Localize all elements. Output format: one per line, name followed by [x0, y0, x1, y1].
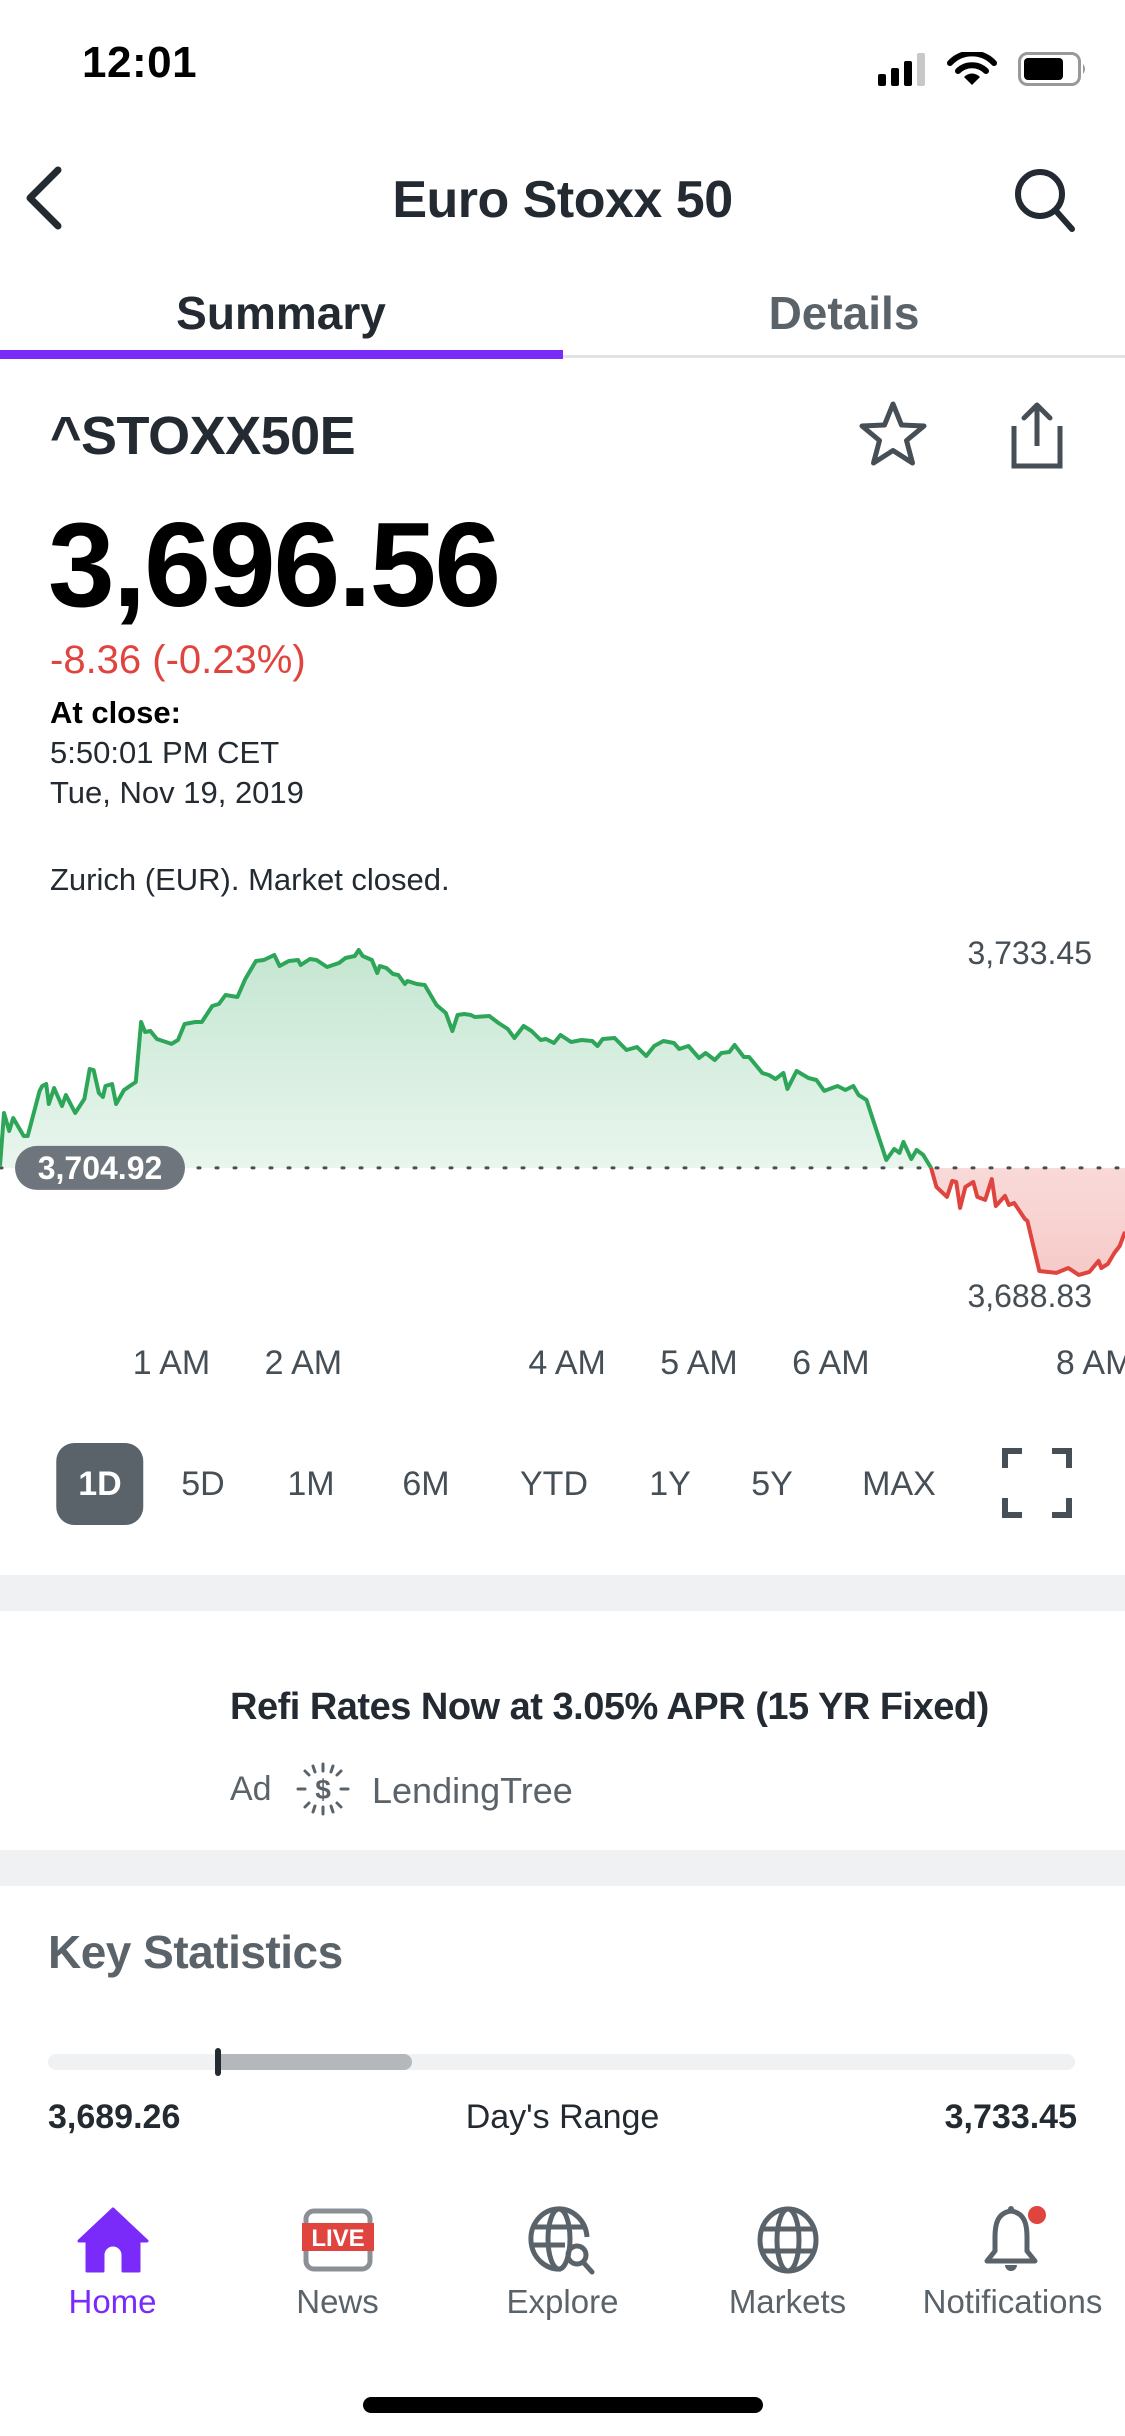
svg-text:LIVE: LIVE: [311, 2225, 364, 2252]
key-statistics-title: Key Statistics: [48, 1926, 343, 1978]
bell-icon: [984, 2206, 1046, 2271]
globe-search-icon: [528, 2206, 594, 2275]
share-button[interactable]: [1000, 398, 1074, 472]
close-date: Tue, Nov 19, 2019: [50, 775, 304, 810]
previous-close-label: 3,704.92: [38, 1150, 163, 1186]
fullscreen-button[interactable]: [1002, 1448, 1072, 1518]
market-status: Zurich (EUR). Market closed.: [50, 862, 450, 897]
range-option-ytd[interactable]: YTD: [498, 1443, 610, 1525]
tabbar-label: Home: [68, 2283, 157, 2320]
current-price: 3,696.56: [48, 498, 501, 632]
search-button[interactable]: [1008, 160, 1080, 240]
tabbar-item-explore[interactable]: Explore: [450, 2205, 675, 2345]
battery-icon: [1018, 52, 1085, 86]
x-axis-tick-label: 6 AM: [792, 1344, 870, 1382]
days-range-current-marker: [214, 2048, 221, 2076]
tabbar-item-news[interactable]: LIVE News: [225, 2205, 450, 2345]
ad-headline[interactable]: Refi Rates Now at 3.05% APR (15 YR Fixed…: [230, 1686, 989, 1729]
tabbar-label: News: [296, 2283, 379, 2320]
x-axis-tick-label: 5 AM: [660, 1344, 738, 1382]
tab-summary[interactable]: Summary: [0, 286, 562, 340]
svg-text:$: $: [315, 1774, 331, 1805]
range-option-1d[interactable]: 1D: [56, 1443, 144, 1525]
watchlist-button[interactable]: [856, 398, 930, 472]
previous-close-badge: 3,704.92: [15, 1145, 185, 1190]
lendingtree-logo-icon: $: [296, 1762, 350, 1816]
range-option-5d[interactable]: 5D: [159, 1443, 246, 1525]
status-time: 12:01: [82, 38, 198, 87]
globe-icon: [757, 2206, 818, 2274]
section-divider: [0, 1575, 1125, 1611]
price-change: -8.36 (-0.23%): [50, 638, 306, 682]
tabbar-label: Explore: [506, 2283, 619, 2320]
chart-area-above-baseline: [0, 950, 1125, 1168]
price-chart[interactable]: 3,704.92 3,733.45 3,688.83: [0, 920, 1125, 1320]
x-axis-tick-label: 4 AM: [528, 1344, 606, 1382]
live-news-icon: LIVE: [301, 2208, 374, 2272]
home-icon: [77, 2207, 148, 2273]
range-option-5y[interactable]: 5Y: [729, 1443, 815, 1525]
y-axis-high-label: 3,733.45: [967, 935, 1092, 971]
ad-label: Ad: [230, 1770, 272, 1808]
section-divider: [0, 1850, 1125, 1886]
notification-badge: [1027, 2206, 1046, 2224]
wifi-icon: [947, 52, 997, 85]
search-icon: [1015, 169, 1075, 232]
share-icon: [1011, 402, 1063, 469]
close-label: At close:: [50, 695, 181, 730]
ticker-symbol: ^STOXX50E: [50, 406, 356, 466]
close-time: 5:50:01 PM CET: [50, 735, 280, 770]
range-option-1m[interactable]: 1M: [265, 1443, 356, 1525]
tabbar-item-notifications[interactable]: Notifications: [900, 2205, 1125, 2345]
range-option-1y[interactable]: 1Y: [627, 1443, 713, 1525]
expand-icon: [1002, 1448, 1072, 1518]
status-icons: [878, 52, 1085, 86]
tabbar-item-home[interactable]: Home: [0, 2205, 225, 2345]
range-option-6m[interactable]: 6M: [380, 1443, 471, 1525]
tabbar-label: Markets: [728, 2283, 847, 2320]
x-axis-tick-label: 1 AM: [132, 1344, 211, 1382]
range-option-max[interactable]: MAX: [840, 1443, 958, 1525]
star-icon: [859, 401, 927, 466]
ad-sponsor[interactable]: LendingTree: [372, 1770, 573, 1812]
active-tab-indicator: [0, 350, 563, 359]
days-range-high: 3,733.45: [944, 2098, 1077, 2136]
x-axis-tick-label: 8 AM: [1055, 1344, 1125, 1382]
page-title: Euro Stoxx 50: [392, 171, 733, 229]
signal-icon: [878, 53, 925, 86]
tab-divider: [563, 355, 1125, 358]
tabbar-label: Notifications: [922, 2283, 1103, 2320]
tabbar-item-markets[interactable]: Markets: [675, 2205, 900, 2345]
y-axis-low-label: 3,688.83: [967, 1278, 1092, 1314]
tab-details[interactable]: Details: [563, 286, 1125, 340]
x-axis-tick-label: 2 AM: [264, 1344, 343, 1382]
days-range-bar: [48, 2048, 1075, 2076]
days-range-fill: [217, 2054, 412, 2070]
home-indicator: [363, 2397, 763, 2413]
